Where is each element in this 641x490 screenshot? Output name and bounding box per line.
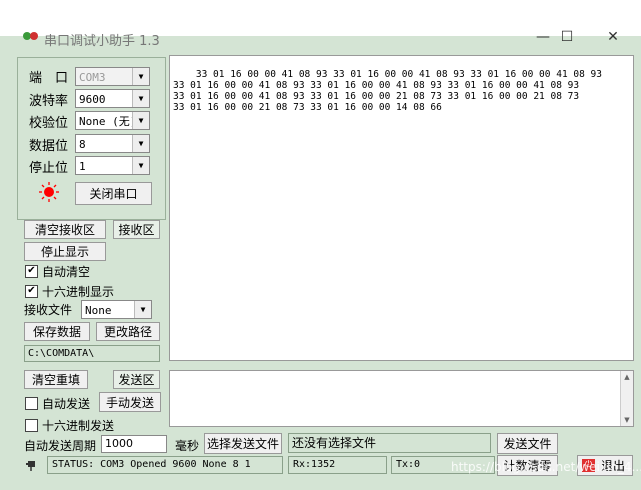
- auto-send-checkbox[interactable]: 自动发送: [25, 395, 90, 412]
- hex-display-checkbox[interactable]: ✔ 十六进制显示: [25, 283, 114, 300]
- hex-display-check[interactable]: ✔: [25, 285, 38, 298]
- port-label: 端 口: [29, 71, 69, 86]
- ms-unit-label: 毫秒: [175, 439, 200, 453]
- auto-clear-checkbox[interactable]: ✔ 自动清空: [25, 263, 90, 280]
- send-scrollbar[interactable]: ▲ ▼: [620, 371, 633, 426]
- send-period-label: 自动发送周期: [24, 439, 97, 453]
- save-path-field: C:\COMDATA\: [24, 345, 160, 362]
- receive-content: 33 01 16 00 00 41 08 93 33 01 16 00 00 4…: [173, 69, 602, 113]
- hex-send-check[interactable]: [25, 419, 38, 432]
- stopbits-value: 1: [79, 160, 86, 173]
- chevron-down-icon: ▼: [132, 157, 149, 174]
- serial-settings-panel: 端 口 COM3 ▼ 波特率 9600 ▼ 校验位 None (无) ▼ 数据位…: [17, 57, 166, 220]
- receive-file-label: 接收文件: [24, 303, 73, 317]
- send-textarea[interactable]: ▲ ▼: [169, 370, 634, 427]
- change-path-button[interactable]: 更改路径: [96, 322, 160, 341]
- clear-receive-button[interactable]: 清空接收区: [24, 220, 106, 239]
- baud-select[interactable]: 9600 ▼: [75, 89, 150, 108]
- watermark-text: https://blog.csdn.net/weixin_4...: [451, 460, 641, 474]
- clear-send-button[interactable]: 清空重填: [24, 370, 88, 389]
- receive-file-value: None: [85, 304, 112, 317]
- stopbits-label: 停止位: [29, 161, 69, 176]
- app-icon: [22, 29, 40, 46]
- app-window: 串口调试小助手 1.3 — ☐ ✕ 端 口 COM3 ▼ 波特率 9600 ▼ …: [0, 0, 641, 490]
- auto-send-check[interactable]: [25, 397, 38, 410]
- send-area-label: 发送区: [113, 370, 160, 389]
- rx-counter: Rx:1352: [288, 456, 387, 474]
- baud-value: 9600: [79, 93, 106, 106]
- open-close-port-button[interactable]: 关闭串口: [75, 182, 152, 205]
- port-select[interactable]: COM3 ▼: [75, 67, 150, 86]
- pin-icon: [25, 458, 39, 475]
- databits-select[interactable]: 8 ▼: [75, 134, 150, 153]
- hex-send-checkbox[interactable]: 十六进制发送: [25, 417, 114, 434]
- send-file-button[interactable]: 发送文件: [497, 433, 558, 454]
- choose-send-file-button[interactable]: 选择发送文件: [204, 433, 282, 454]
- parity-label: 校验位: [29, 116, 69, 131]
- databits-value: 8: [79, 138, 86, 151]
- parity-select[interactable]: None (无) ▼: [75, 111, 150, 130]
- scroll-up-icon[interactable]: ▲: [621, 371, 633, 383]
- baud-label: 波特率: [29, 94, 69, 109]
- hex-display-label: 十六进制显示: [42, 285, 115, 299]
- databits-label: 数据位: [29, 139, 69, 154]
- chevron-down-icon: ▼: [132, 112, 149, 129]
- receive-textarea[interactable]: 33 01 16 00 00 41 08 93 33 01 16 00 00 4…: [169, 55, 634, 361]
- send-period-input[interactable]: 1000: [101, 435, 167, 453]
- manual-send-button[interactable]: 手动发送: [99, 392, 161, 412]
- auto-clear-label: 自动清空: [42, 265, 91, 279]
- close-button[interactable]: ✕: [590, 22, 636, 52]
- send-file-status: 还没有选择文件: [288, 433, 491, 453]
- hex-send-label: 十六进制发送: [42, 419, 115, 433]
- auto-clear-check[interactable]: ✔: [25, 265, 38, 278]
- receive-area-label: 接收区: [113, 220, 160, 239]
- chevron-down-icon: ▼: [132, 68, 149, 85]
- chevron-down-icon: ▼: [134, 301, 151, 318]
- auto-send-label: 自动发送: [42, 397, 91, 411]
- save-data-button[interactable]: 保存数据: [24, 322, 90, 341]
- chevron-down-icon: ▼: [132, 135, 149, 152]
- stop-display-button[interactable]: 停止显示: [24, 242, 106, 261]
- maximize-button[interactable]: ☐: [544, 22, 590, 52]
- receive-file-select[interactable]: None ▼: [81, 300, 152, 319]
- window-title: 串口调试小助手 1.3: [44, 34, 160, 49]
- chevron-down-icon: ▼: [132, 90, 149, 107]
- port-status-indicator-icon: [38, 181, 60, 206]
- status-text: STATUS: COM3 Opened 9600 None 8 1: [47, 456, 283, 474]
- parity-value: None (无): [79, 115, 137, 128]
- stopbits-select[interactable]: 1 ▼: [75, 156, 150, 175]
- port-value: COM3: [79, 71, 106, 84]
- scroll-down-icon[interactable]: ▼: [621, 414, 633, 426]
